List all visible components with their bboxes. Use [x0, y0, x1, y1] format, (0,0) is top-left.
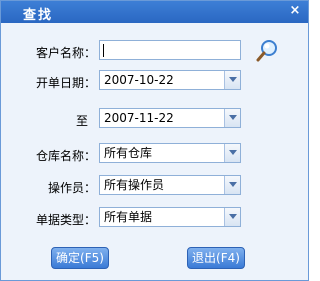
- customer-input[interactable]: [99, 40, 241, 60]
- operator-label: 操作员：: [47, 181, 96, 195]
- doc-type-row: 单据类型： 所有单据: [1, 207, 308, 229]
- operator-select[interactable]: 所有操作员: [99, 175, 241, 195]
- chevron-down-icon[interactable]: [224, 208, 240, 226]
- close-button[interactable]: ×: [288, 4, 302, 18]
- search-icon[interactable]: [255, 38, 279, 64]
- operator-row: 操作员： 所有操作员: [1, 175, 308, 197]
- start-date-label: 开单日期：: [35, 76, 96, 90]
- chevron-down-icon[interactable]: [224, 109, 240, 127]
- customer-label: 客户名称：: [35, 46, 96, 60]
- confirm-button[interactable]: 确定(F5): [51, 247, 109, 269]
- dialog-title: 查找: [23, 8, 54, 23]
- warehouse-label: 仓库名称：: [35, 149, 96, 163]
- title-bar: 查找 ×: [1, 1, 308, 23]
- find-dialog: 查找 × 客户名称： 开单日期： 2007-10-22 至 2007-11-22: [0, 0, 309, 281]
- start-date-row: 开单日期： 2007-10-22: [1, 70, 308, 92]
- chevron-down-icon[interactable]: [224, 176, 240, 194]
- doc-type-label: 单据类型：: [35, 213, 96, 227]
- chevron-down-icon[interactable]: [224, 71, 240, 89]
- end-date-select[interactable]: 2007-11-22: [99, 108, 241, 128]
- warehouse-select[interactable]: 所有仓库: [99, 143, 241, 163]
- end-date-label: 至: [75, 114, 88, 128]
- warehouse-row: 仓库名称： 所有仓库: [1, 143, 308, 165]
- start-date-select[interactable]: 2007-10-22: [99, 70, 241, 90]
- chevron-down-icon[interactable]: [224, 144, 240, 162]
- exit-button[interactable]: 退出(F4): [187, 247, 245, 269]
- end-date-row: 至 2007-11-22: [1, 108, 308, 130]
- text-cursor: [103, 44, 104, 57]
- doc-type-select[interactable]: 所有单据: [99, 207, 241, 227]
